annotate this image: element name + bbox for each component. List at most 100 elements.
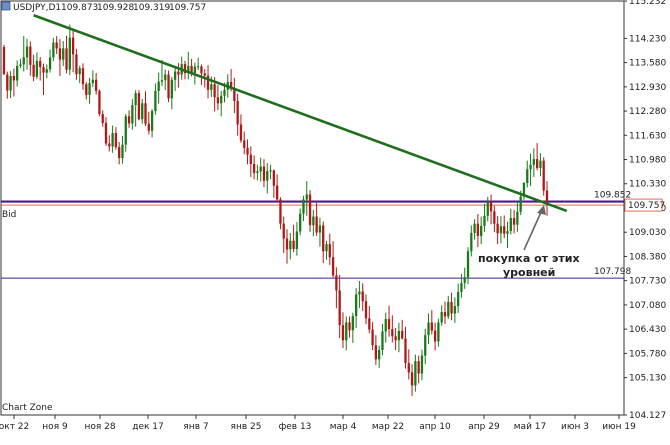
candle-body — [124, 116, 127, 145]
candle-body — [391, 329, 394, 337]
x-tick-label: янв 7 — [183, 422, 208, 432]
candle-body — [147, 123, 150, 131]
candle-body — [443, 311, 447, 317]
candle-body — [361, 291, 364, 302]
candle-body — [193, 66, 197, 74]
candle-body — [440, 311, 443, 323]
candle-body — [12, 76, 16, 81]
candle-body — [424, 335, 427, 356]
candle-body — [88, 83, 91, 96]
candle-body — [542, 160, 545, 191]
y-tick-label: 106.430 — [629, 325, 666, 335]
candle-body — [328, 244, 331, 258]
candle-body — [81, 68, 85, 85]
candle-body — [354, 294, 358, 317]
low-value: 109.319 — [133, 3, 170, 13]
candle-body — [430, 322, 433, 331]
candle-body — [157, 81, 160, 91]
candle-body — [285, 238, 289, 250]
candle-body — [137, 93, 141, 120]
candle-body — [75, 54, 78, 75]
candle-body — [262, 166, 266, 181]
candle-body — [532, 159, 535, 165]
candle-body — [351, 316, 354, 331]
candle-body — [308, 194, 312, 226]
candle-body — [170, 79, 173, 99]
chart-header: USDJPY,D1 109.873 109.928 109.319 109.75… — [1, 1, 206, 13]
candle-body — [397, 331, 401, 341]
symbol-label: USDJPY,D1 — [13, 3, 61, 13]
bid-label: Bid — [2, 210, 16, 220]
candle-body — [32, 64, 35, 77]
candle-body — [407, 363, 410, 373]
y-tick-label: 115.232 — [629, 0, 666, 7]
candle-body — [154, 90, 157, 112]
candle-body — [529, 164, 532, 170]
x-tick-label: апр 29 — [468, 422, 500, 432]
candle-body — [447, 301, 450, 317]
candle-body — [104, 122, 108, 144]
candle-body — [496, 223, 499, 234]
symbol-icon — [1, 1, 11, 11]
candle-body — [6, 74, 9, 91]
candle-body — [98, 90, 101, 115]
candle-body — [282, 223, 285, 239]
candle-body — [476, 223, 480, 236]
candle-body — [387, 319, 391, 330]
candle-body — [19, 64, 22, 66]
candle-body — [177, 71, 180, 75]
candle-body — [368, 318, 371, 330]
x-tick-label: июн 3 — [561, 422, 589, 432]
candle-body — [341, 325, 345, 341]
candle-body — [108, 143, 111, 147]
candle-body — [246, 147, 249, 155]
y-tick-label: 109.030 — [629, 228, 666, 238]
watermark: Chart Zone — [2, 403, 53, 413]
candle-body — [39, 61, 42, 68]
candle-body — [223, 89, 226, 96]
candle-body — [48, 57, 52, 70]
x-tick-label: мар 4 — [330, 422, 357, 432]
candle-body — [526, 169, 529, 184]
y-tick-label: 107.080 — [629, 301, 666, 311]
candle-body — [519, 196, 522, 212]
candle-body — [173, 71, 177, 80]
candle-body — [480, 225, 483, 236]
candle-body — [269, 170, 272, 172]
candle-body — [381, 331, 384, 351]
y-tick-label: 108.380 — [629, 252, 666, 262]
price-chart[interactable]: 109.852107.798 покупка от этихуровней 11… — [0, 0, 670, 445]
candle-body — [101, 114, 104, 123]
candle-body — [216, 97, 220, 104]
candle-body — [29, 46, 32, 65]
candle-body — [437, 322, 440, 342]
candle-body — [394, 336, 397, 341]
candle-body — [450, 301, 453, 314]
candle-body — [466, 251, 470, 278]
candle-body — [539, 160, 542, 169]
candle-body — [45, 69, 48, 73]
candle-body — [200, 66, 203, 74]
x-tick-label: июн 19 — [602, 422, 636, 432]
y-tick-label: 112.280 — [629, 107, 666, 117]
candle-body — [364, 301, 368, 319]
bid-price-label: 109.757 — [628, 201, 665, 211]
candle-body — [512, 218, 516, 225]
close-value: 109.757 — [169, 3, 206, 13]
candle-body — [65, 48, 68, 70]
candle-body — [85, 84, 88, 96]
candle-body — [197, 66, 200, 68]
candle-body — [9, 76, 12, 91]
candle-body — [348, 322, 351, 331]
candle-body — [118, 147, 121, 159]
y-tick-label: 105.780 — [629, 349, 666, 359]
x-tick-label: фев 13 — [279, 422, 312, 432]
candle-body — [78, 68, 81, 75]
candle-body — [55, 42, 58, 49]
y-tick-label: 110.330 — [629, 180, 666, 190]
candle-body — [456, 291, 460, 307]
candle-body — [131, 105, 134, 124]
candle-body — [414, 361, 417, 386]
x-tick-label: янв 25 — [231, 422, 262, 432]
candle-body — [473, 223, 476, 233]
